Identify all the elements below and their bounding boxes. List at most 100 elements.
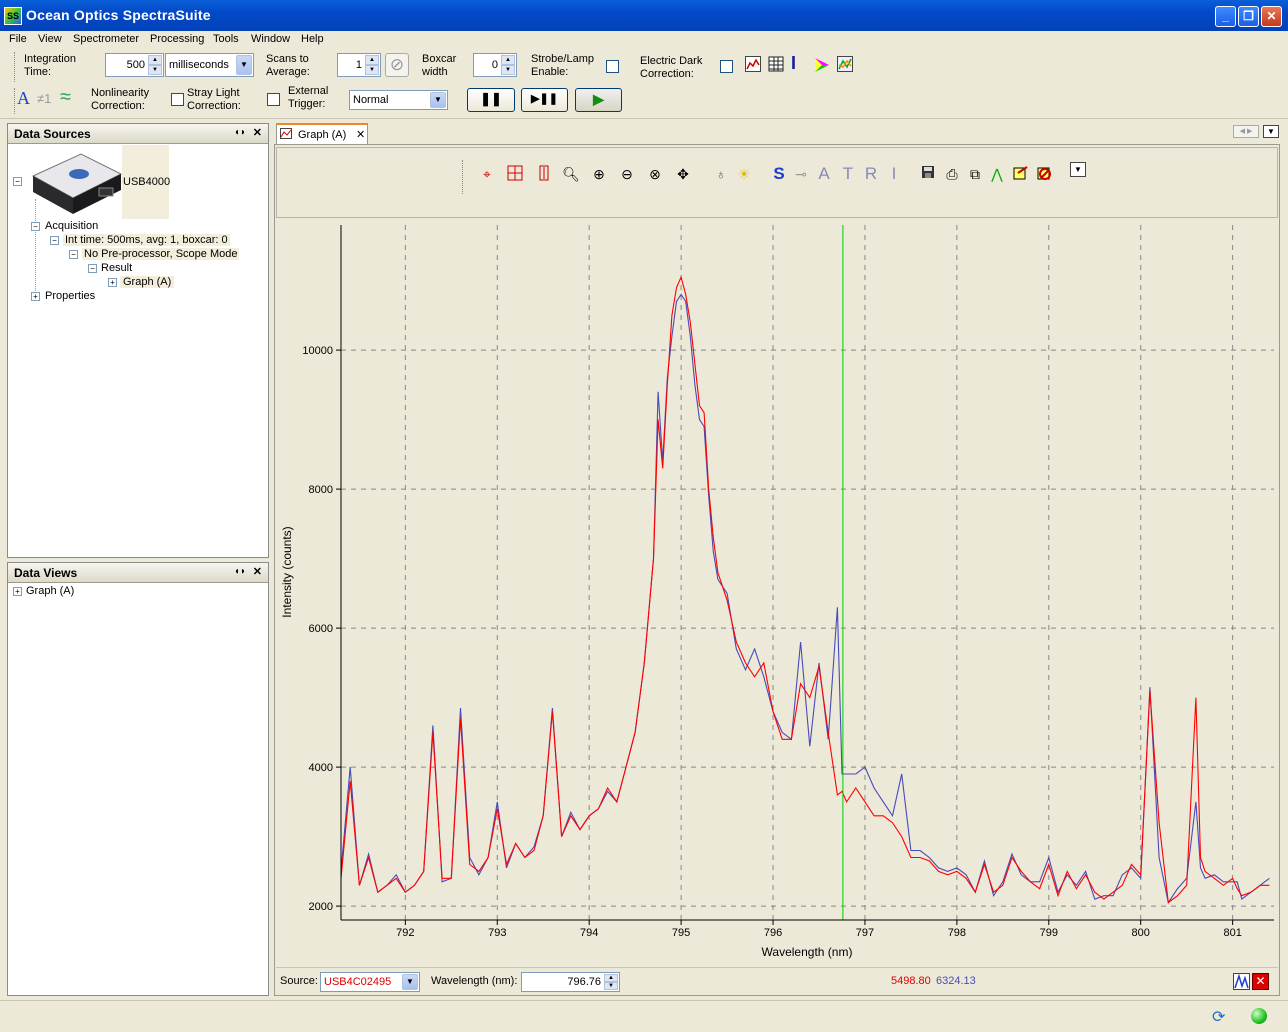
source-select[interactable]: USB4C02495 ▼ [320, 972, 420, 992]
close-panel-icon[interactable]: ✕ [253, 565, 262, 578]
dark-icon[interactable]: ⊸ [792, 165, 810, 183]
stray-light-checkbox[interactable] [267, 93, 280, 106]
integration-unit-select[interactable]: milliseconds ▼ [165, 53, 254, 77]
pause-button[interactable]: ❚❚ [467, 88, 515, 112]
remove-icon[interactable]: ✕ [1252, 973, 1269, 990]
menu-spectrometer[interactable]: Spectrometer [73, 33, 139, 45]
strobe-lamp-checkbox[interactable] [606, 60, 619, 73]
wavelength-input[interactable]: 796.76 ▲ ▼ [521, 972, 620, 992]
bulb-on-icon[interactable]: ☀ [735, 165, 753, 183]
pan-icon[interactable]: ✥ [674, 165, 692, 183]
collapse-icon[interactable]: − [13, 177, 22, 186]
copy-icon[interactable]: ⧉ [966, 165, 984, 183]
scans-to-average-input[interactable]: 1 ▲ ▼ [337, 53, 381, 77]
tab-menu-icon[interactable]: ▼ [1263, 125, 1279, 138]
trigger-mode-select[interactable]: Normal ▼ [349, 90, 448, 110]
spectrum-chart[interactable]: 792 793 794 795 796 797 798 799 800 801 2000 4000 6… [276, 220, 1278, 965]
menu-view[interactable]: View [38, 33, 62, 45]
graph-view-icon[interactable] [745, 56, 761, 72]
zoom-reset-icon[interactable]: ⊗ [646, 165, 664, 183]
integration-time-stepper[interactable]: ▲ ▼ [148, 55, 162, 75]
tab-graph-a[interactable]: Graph (A) ✕ [276, 123, 368, 144]
scans-stepper[interactable]: ▲ ▼ [365, 55, 379, 75]
pin-icon[interactable]: ◖◗ [234, 127, 246, 138]
disabled-icon[interactable]: ⊘ [385, 53, 409, 77]
print-icon[interactable]: ⎙ [943, 165, 961, 183]
wave-icon[interactable]: ≈ [60, 86, 71, 109]
menu-processing[interactable]: Processing [150, 33, 204, 45]
menu-tools[interactable]: Tools [213, 33, 239, 45]
x-tick-label: 799 [1040, 927, 1058, 939]
zoom-out-icon[interactable]: ⊖ [618, 165, 636, 183]
chart-grid [341, 225, 1274, 920]
absorbance-mode-icon[interactable]: A [815, 165, 833, 183]
tree-preprocessor[interactable]: No Pre-processor, Scope Mode [82, 248, 240, 260]
menu-window[interactable]: Window [251, 33, 290, 45]
tree-int-time[interactable]: Int time: 500ms, avg: 1, boxcar: 0 [63, 234, 230, 246]
title-bar: SS Ocean Optics SpectraSuite _ ❐ ✕ [0, 0, 1288, 31]
transmission-mode-icon[interactable]: T [839, 165, 857, 183]
pin-icon[interactable]: ◖◗ [234, 566, 246, 577]
zoom-box-icon[interactable] [506, 165, 524, 183]
tree-graph[interactable]: Graph (A) [120, 276, 175, 288]
not-equal-icon[interactable]: ≠1 [37, 91, 51, 106]
boxcar-width-input[interactable]: 0 ▲ ▼ [473, 53, 517, 77]
bulb-off-icon[interactable]: ♁ [712, 165, 730, 183]
save-icon[interactable] [919, 165, 937, 183]
stray-light-label: Stray Light Correction: [187, 87, 241, 112]
graph-toolbar-menu-icon[interactable]: ▼ [1070, 162, 1086, 177]
source-bar: Source: USB4C02495 ▼ Wavelength (nm): 79… [276, 967, 1278, 994]
crosshair-icon[interactable]: ⌖ [478, 165, 496, 183]
menu-help[interactable]: Help [301, 33, 324, 45]
reflection-mode-icon[interactable]: R [862, 165, 880, 183]
boxcar-stepper[interactable]: ▲ ▼ [501, 55, 515, 75]
electric-dark-checkbox[interactable] [720, 60, 733, 73]
nonlinearity-checkbox[interactable] [171, 93, 184, 106]
collapse-icon[interactable]: − [50, 236, 59, 245]
minimize-button[interactable]: _ [1215, 6, 1236, 27]
delete-overlay-icon[interactable] [1035, 165, 1053, 183]
zoom-in-icon[interactable]: ⊕ [590, 165, 608, 183]
view-graph[interactable]: Graph (A) [26, 585, 74, 597]
step-button[interactable]: ▶❚❚ [521, 88, 568, 112]
play-button[interactable]: ▶ [575, 88, 622, 112]
color-icon[interactable] [813, 56, 831, 74]
table-view-icon[interactable] [768, 56, 784, 72]
wavelength-stepper[interactable]: ▲ ▼ [604, 974, 618, 990]
external-trigger-label: External Trigger: [288, 85, 329, 110]
graph-tab-icon [280, 128, 292, 139]
tree-properties[interactable]: Properties [45, 290, 95, 302]
x-tick-label: 792 [396, 927, 414, 939]
collapse-icon[interactable]: − [88, 264, 97, 273]
tree-result[interactable]: Result [101, 262, 132, 274]
zoom-vertical-icon[interactable] [535, 165, 553, 183]
x-tick-label: 794 [580, 927, 598, 939]
zoom-fit-icon[interactable]: 🔍︎ [562, 165, 580, 183]
close-panel-icon[interactable]: ✕ [253, 126, 262, 139]
menu-file[interactable]: File [9, 33, 27, 45]
tab-scroll-icon[interactable]: ◀ ▶ [1233, 125, 1259, 138]
collapse-icon[interactable]: − [31, 222, 40, 231]
tree-acquisition[interactable]: Acquisition [45, 220, 98, 232]
absolute-irradiance-icon[interactable]: A [17, 88, 30, 109]
restore-button[interactable]: ❐ [1238, 6, 1259, 27]
scope-mode-icon[interactable]: S [770, 165, 788, 183]
close-button[interactable]: ✕ [1261, 6, 1282, 27]
collapse-icon[interactable]: − [69, 250, 78, 259]
expand-icon[interactable]: + [108, 278, 117, 287]
irradiance-mode-icon[interactable]: I [885, 165, 903, 183]
overlay-icon[interactable] [837, 56, 853, 72]
peak-icon[interactable]: ⋀ [988, 165, 1006, 183]
expand-icon[interactable]: + [31, 292, 40, 301]
scans-to-average-label: Scans to Average: [266, 53, 310, 78]
expand-icon[interactable]: + [13, 587, 22, 596]
close-tab-icon[interactable]: ✕ [356, 128, 365, 141]
peak-find-icon[interactable] [1233, 973, 1250, 990]
export-icon[interactable] [1011, 165, 1029, 183]
chevron-down-icon: ▼ [236, 55, 252, 75]
device-name[interactable]: USB4000 [123, 176, 170, 188]
refresh-icon[interactable]: ⟳ [1212, 1007, 1230, 1026]
acquisition-toolbar: Integration Time: 500 ▲ ▼ milliseconds ▼ S… [0, 49, 1288, 119]
text-tool-icon[interactable]: I [791, 53, 796, 74]
integration-time-input[interactable]: 500 ▲ ▼ [105, 53, 164, 77]
